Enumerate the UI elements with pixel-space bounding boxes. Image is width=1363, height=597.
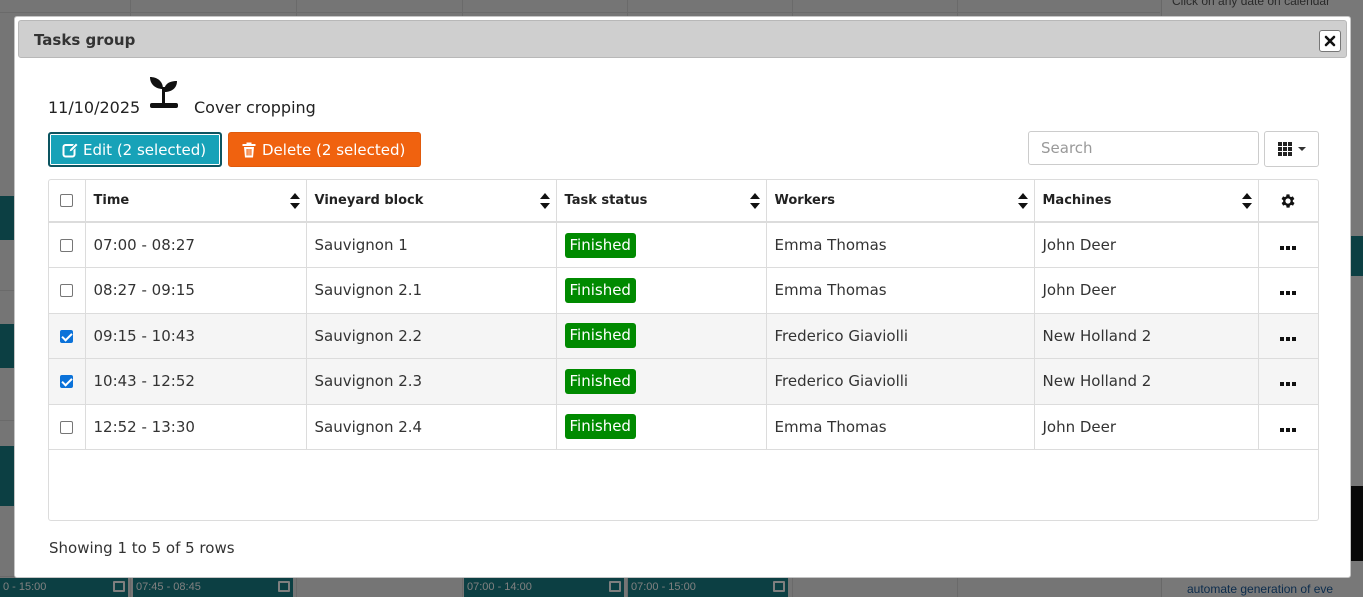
time-cell: 08:27 - 09:15 [85,267,307,314]
sort-icon [1241,193,1252,209]
edit-button-label: Edit (2 selected) [83,140,207,159]
more-options-icon[interactable] [1280,246,1297,250]
status-cell: Finished [556,313,767,359]
row-actions-cell[interactable] [1258,222,1318,268]
status-cell: Finished [556,267,767,314]
column-header-label: Machines [1042,193,1112,208]
status-badge: Finished [564,368,636,394]
select-all-checkbox[interactable] [60,194,74,207]
sprout-icon [150,77,178,108]
table-row[interactable]: 07:00 - 08:27 Sauvignon 1 Finished Emma … [49,222,1318,268]
row-select-cell [49,267,86,314]
column-header-label: Time [93,193,130,208]
table-row[interactable]: 10:43 - 12:52 Sauvignon 2.3 Finished Fre… [49,358,1318,405]
workers-cell: Emma Thomas [766,267,1035,314]
column-header-label: Workers [774,193,835,208]
column-header-time[interactable]: Time [85,180,307,223]
close-button[interactable] [1319,30,1341,52]
row-select-cell [49,358,86,405]
sort-icon [1017,193,1028,209]
more-options-icon[interactable] [1280,382,1297,387]
row-checkbox[interactable] [60,284,74,298]
time-cell: 07:00 - 08:27 [85,222,307,268]
vineyard-block-cell: Sauvignon 2.2 [306,313,557,359]
table-row[interactable]: 12:52 - 13:30 Sauvignon 2.4 Finished Emm… [49,404,1318,450]
status-badge: Finished [564,232,636,258]
column-header-workers[interactable]: Workers [766,180,1035,223]
close-icon [1324,35,1336,47]
workers-cell: Frederico Giaviolli [766,313,1035,359]
columns-toggle-button[interactable] [1264,131,1319,167]
sort-icon [749,193,760,209]
trash-icon [242,142,256,157]
column-header-label: Task status [564,193,648,208]
column-header-machines[interactable]: Machines [1034,180,1259,223]
status-badge: Finished [564,277,636,303]
sort-icon [539,193,550,209]
dialog-title: Tasks group [34,31,136,49]
task-name: Cover cropping [194,98,316,117]
time-cell: 12:52 - 13:30 [85,404,307,450]
row-actions-cell[interactable] [1258,313,1318,359]
delete-button-label: Delete (2 selected) [262,140,406,159]
select-all-header [49,180,86,223]
tasks-group-dialog: Tasks group 11/10/2025 Cover cropping Ed… [14,16,1351,578]
vineyard-block-cell: Sauvignon 2.4 [306,404,557,450]
row-checkbox[interactable] [60,420,74,434]
sort-icon [289,193,300,209]
machines-cell: New Holland 2 [1034,313,1259,359]
edit-selected-button[interactable]: Edit (2 selected) [48,132,222,167]
grid-icon [1277,142,1292,156]
row-select-cell [49,404,86,450]
row-actions-cell[interactable] [1258,404,1318,450]
row-checkbox[interactable] [60,375,74,389]
status-cell: Finished [556,358,767,405]
workers-cell: Emma Thomas [766,222,1035,268]
tasks-table: Time Vineyard block Task status Workers [48,179,1319,521]
workers-cell: Frederico Giaviolli [766,358,1035,405]
vineyard-block-cell: Sauvignon 2.1 [306,267,557,314]
more-options-icon[interactable] [1280,427,1297,432]
status-cell: Finished [556,222,767,268]
status-badge: Finished [564,323,636,349]
search-input[interactable] [1028,131,1259,165]
workers-cell: Emma Thomas [766,404,1035,450]
more-options-icon[interactable] [1280,291,1297,296]
machines-cell: John Deer [1034,404,1259,450]
row-actions-cell[interactable] [1258,358,1318,405]
row-actions-cell[interactable] [1258,267,1318,314]
edit-icon [62,141,78,157]
table-row[interactable]: 09:15 - 10:43 Sauvignon 2.2 Finished Fre… [49,313,1318,359]
machines-cell: New Holland 2 [1034,358,1259,405]
gear-icon [1281,193,1295,208]
task-date: 11/10/2025 [48,98,141,117]
machines-cell: John Deer [1034,267,1259,314]
delete-selected-button[interactable]: Delete (2 selected) [228,132,421,167]
table-header-row: Time Vineyard block Task status Workers [49,180,1318,223]
row-select-cell [49,313,86,359]
more-options-icon[interactable] [1280,336,1297,341]
table-row[interactable]: 08:27 - 09:15 Sauvignon 2.1 Finished Emm… [49,267,1318,314]
vineyard-block-cell: Sauvignon 2.3 [306,358,557,405]
column-header-task-status[interactable]: Task status [556,180,767,223]
column-header-vineyard-block[interactable]: Vineyard block [306,180,557,223]
row-checkbox[interactable] [60,329,74,343]
vineyard-block-cell: Sauvignon 1 [306,222,557,268]
pagination-info: Showing 1 to 5 of 5 rows [49,539,235,557]
time-cell: 09:15 - 10:43 [85,313,307,359]
chevron-down-icon [1297,147,1306,151]
row-select-cell [49,222,86,268]
row-checkbox[interactable] [60,239,74,252]
machines-cell: John Deer [1034,222,1259,268]
table-settings-header[interactable] [1258,180,1318,223]
status-cell: Finished [556,404,767,450]
time-cell: 10:43 - 12:52 [85,358,307,405]
column-header-label: Vineyard block [314,193,424,208]
dialog-titlebar[interactable]: Tasks group [18,20,1347,58]
status-badge: Finished [564,414,636,440]
